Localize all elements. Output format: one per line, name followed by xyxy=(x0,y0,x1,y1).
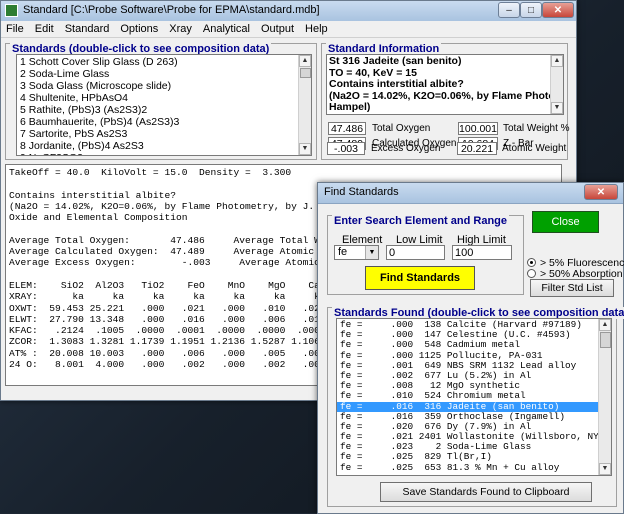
menu-help[interactable]: Help xyxy=(300,21,334,35)
low-limit-input[interactable] xyxy=(386,245,445,260)
dialog-title-bar[interactable]: Find Standards ✕ xyxy=(318,183,623,204)
dialog-title: Find Standards xyxy=(324,186,399,198)
scroll-up-icon[interactable]: ▲ xyxy=(599,319,611,331)
scroll-thumb[interactable] xyxy=(300,68,311,78)
chevron-down-icon[interactable]: ▼ xyxy=(365,246,378,259)
search-group-label: Enter Search Element and Range xyxy=(332,215,509,227)
standards-list-scrollbar[interactable]: ▲ ▼ xyxy=(298,55,311,155)
window-title: Standard [C:\Probe Software\Probe for EP… xyxy=(23,4,320,16)
scroll-thumb[interactable] xyxy=(600,332,611,348)
info-line: Contains interstitial albite? xyxy=(329,78,464,90)
scroll-down-icon[interactable]: ▼ xyxy=(599,463,611,475)
standard-list-item[interactable]: 1 Schott Cover Slip Glass (D 263) xyxy=(17,56,311,68)
menu-options[interactable]: Options xyxy=(115,21,164,35)
atomic-weight-value: 20.221 xyxy=(457,142,497,155)
menu-bar: File Edit Standard Options Xray Analytical Out… xyxy=(1,21,576,38)
standard-list-item[interactable]: 3 Soda Glass (Microscope slide) xyxy=(17,80,311,92)
minimize-button[interactable]: – xyxy=(498,2,520,18)
menu-standard[interactable]: Standard xyxy=(60,21,116,35)
total-weight-value: 100.001 xyxy=(458,122,498,135)
dialog-close-button[interactable]: ✕ xyxy=(584,184,618,200)
fluorescence-radio[interactable] xyxy=(527,258,536,267)
found-list-scrollbar[interactable]: ▲ ▼ xyxy=(598,319,611,475)
filter-std-list-button[interactable]: Filter Std List xyxy=(530,279,614,297)
close-button[interactable]: ✕ xyxy=(542,2,574,18)
info-line: St 316 Jadeite (san benito) xyxy=(329,55,462,67)
standard-list-item[interactable]: 7 Sartorite, PbS As2S3 xyxy=(17,128,311,140)
atomic-weight-label: Atomic Weight xyxy=(502,143,567,154)
found-list-item[interactable]: fe = .025 653 81.3 % Mn + Cu alloy xyxy=(337,462,611,473)
standard-list-item[interactable]: 5 Rathite, (PbS)3 (As2S3)2 xyxy=(17,104,311,116)
scroll-up-icon[interactable]: ▲ xyxy=(551,55,563,67)
excess-oxygen-label: Excess Oxygen xyxy=(371,143,441,154)
standard-list-item[interactable]: 6 Baumhauerite, (PbS)4 (As2S3)3 xyxy=(17,116,311,128)
total-oxygen-label: Total Oxygen xyxy=(372,123,431,134)
high-limit-input[interactable] xyxy=(452,245,512,260)
title-bar[interactable]: Standard [C:\Probe Software\Probe for EP… xyxy=(1,1,576,22)
info-line: Hampel) xyxy=(329,101,371,113)
standard-list-item[interactable]: 8 Jordanite, (PbS)4 As2S3 xyxy=(17,140,311,152)
standard-list-item[interactable]: 9 NaCF3SO3 xyxy=(17,152,311,155)
standards-group: Standards (double-click to see compositi… xyxy=(5,43,317,160)
find-standards-button[interactable]: Find Standards xyxy=(365,266,475,290)
scroll-up-icon[interactable]: ▲ xyxy=(299,55,311,67)
find-standards-dialog: Find Standards ✕ Enter Search Element an… xyxy=(317,182,624,514)
element-select[interactable]: fe ▼ xyxy=(334,245,379,260)
scroll-down-icon[interactable]: ▼ xyxy=(299,143,311,155)
menu-xray[interactable]: Xray xyxy=(164,21,198,35)
maximize-button[interactable]: □ xyxy=(520,2,542,18)
standard-list-item[interactable]: 2 Soda-Lime Glass xyxy=(17,68,311,80)
found-list-item[interactable]: fe = .010 524 Chromium metal xyxy=(337,391,611,401)
menu-output[interactable]: Output xyxy=(256,21,300,35)
total-oxygen-value: 47.486 xyxy=(328,122,366,135)
standard-info-text: St 316 Jadeite (san benito) TO = 40, KeV … xyxy=(326,54,564,115)
total-weight-label: Total Weight % xyxy=(503,123,570,134)
menu-analytical[interactable]: Analytical xyxy=(198,21,256,35)
standards-list[interactable]: 1 Schott Cover Slip Glass (D 263) 2 Soda-… xyxy=(16,54,312,156)
excess-oxygen-value-row: -.003 xyxy=(327,142,365,155)
standards-found-list[interactable]: fe = .000 138 Calcite (Harvard #97189) fe… xyxy=(336,318,612,476)
standard-list-item[interactable]: 4 Shultenite, HPbAsO4 xyxy=(17,92,311,104)
info-scrollbar[interactable]: ▲ ▼ xyxy=(550,55,563,114)
close-dialog-button[interactable]: Close xyxy=(532,211,599,233)
element-select-value: fe xyxy=(338,246,348,258)
search-group: Enter Search Element and Range Element L… xyxy=(327,215,524,295)
menu-file[interactable]: File xyxy=(1,21,30,35)
app-icon xyxy=(5,4,18,17)
absorption-radio[interactable] xyxy=(527,269,536,278)
save-to-clipboard-button[interactable]: Save Standards Found to Clipboard xyxy=(380,482,592,502)
standards-found-group: Standards Found (double-click to see com… xyxy=(327,307,624,507)
menu-edit[interactable]: Edit xyxy=(30,21,60,35)
scroll-down-icon[interactable]: ▼ xyxy=(551,102,563,114)
